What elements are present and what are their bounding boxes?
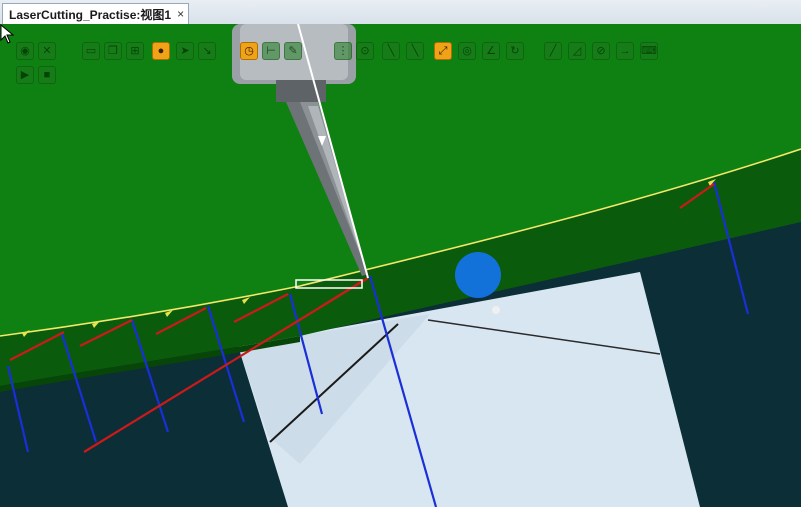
document-tab-strip: LaserCutting_Practise:视图1 × [0, 0, 801, 25]
viewport-toolbar: ◉ ✕ ▭ ❐ ⊞ ● ➤ ↘ ◷ ⊢ ✎ ⋮ ⊙ ╲ ╲ ⤢ ◎ ∠ ↻ ╱ … [16, 42, 716, 84]
cursor-highlight [455, 252, 501, 298]
grid-icon[interactable]: ⋮ [334, 42, 352, 60]
scene-canvas[interactable] [0, 24, 801, 507]
h-measure-icon[interactable]: ⊢ [262, 42, 280, 60]
3d-viewport[interactable]: ◉ ✕ ▭ ❐ ⊞ ● ➤ ↘ ◷ ⊢ ✎ ⋮ ⊙ ╲ ╲ ⤢ ◎ ∠ ↻ ╱ … [0, 24, 801, 507]
select-icon[interactable]: ◉ [16, 42, 34, 60]
document-tab-label: LaserCutting_Practise:视图1 [9, 7, 172, 22]
line-icon[interactable]: ╲ [382, 42, 400, 60]
arrow-icon[interactable]: ➤ [176, 42, 194, 60]
slash-icon[interactable]: ╱ [544, 42, 562, 60]
fit-view-icon[interactable]: ✕ [38, 42, 56, 60]
frame-plus-icon[interactable]: ⊞ [126, 42, 144, 60]
keyboard-icon[interactable]: ⌨ [640, 42, 658, 60]
arrow-alt-icon[interactable]: ↘ [198, 42, 216, 60]
pencil-icon[interactable]: ✎ [284, 42, 302, 60]
no-entry-icon[interactable]: ⊘ [592, 42, 610, 60]
mouse-pointer-icon [0, 24, 14, 44]
target-icon[interactable]: ⊙ [356, 42, 374, 60]
stop-icon[interactable]: ■ [38, 66, 56, 84]
circle-icon[interactable]: ◎ [458, 42, 476, 60]
sphere-view-icon[interactable]: ● [152, 42, 170, 60]
close-icon[interactable]: × [177, 8, 184, 20]
diagonal-icon[interactable]: ╲ [406, 42, 424, 60]
curve-edit-icon[interactable]: ⤢ [434, 42, 452, 60]
rotate-icon[interactable]: ↻ [506, 42, 524, 60]
copy-icon[interactable]: ❐ [104, 42, 122, 60]
document-tab[interactable]: LaserCutting_Practise:视图1 × [2, 3, 190, 24]
pivot-point [492, 306, 500, 314]
angle-icon[interactable]: ∠ [482, 42, 500, 60]
play-icon[interactable]: ▶ [16, 66, 34, 84]
clock-icon[interactable]: ◷ [240, 42, 258, 60]
shear-icon[interactable]: ◿ [568, 42, 586, 60]
arrow-right-icon[interactable]: → [616, 42, 634, 60]
frame-icon[interactable]: ▭ [82, 42, 100, 60]
